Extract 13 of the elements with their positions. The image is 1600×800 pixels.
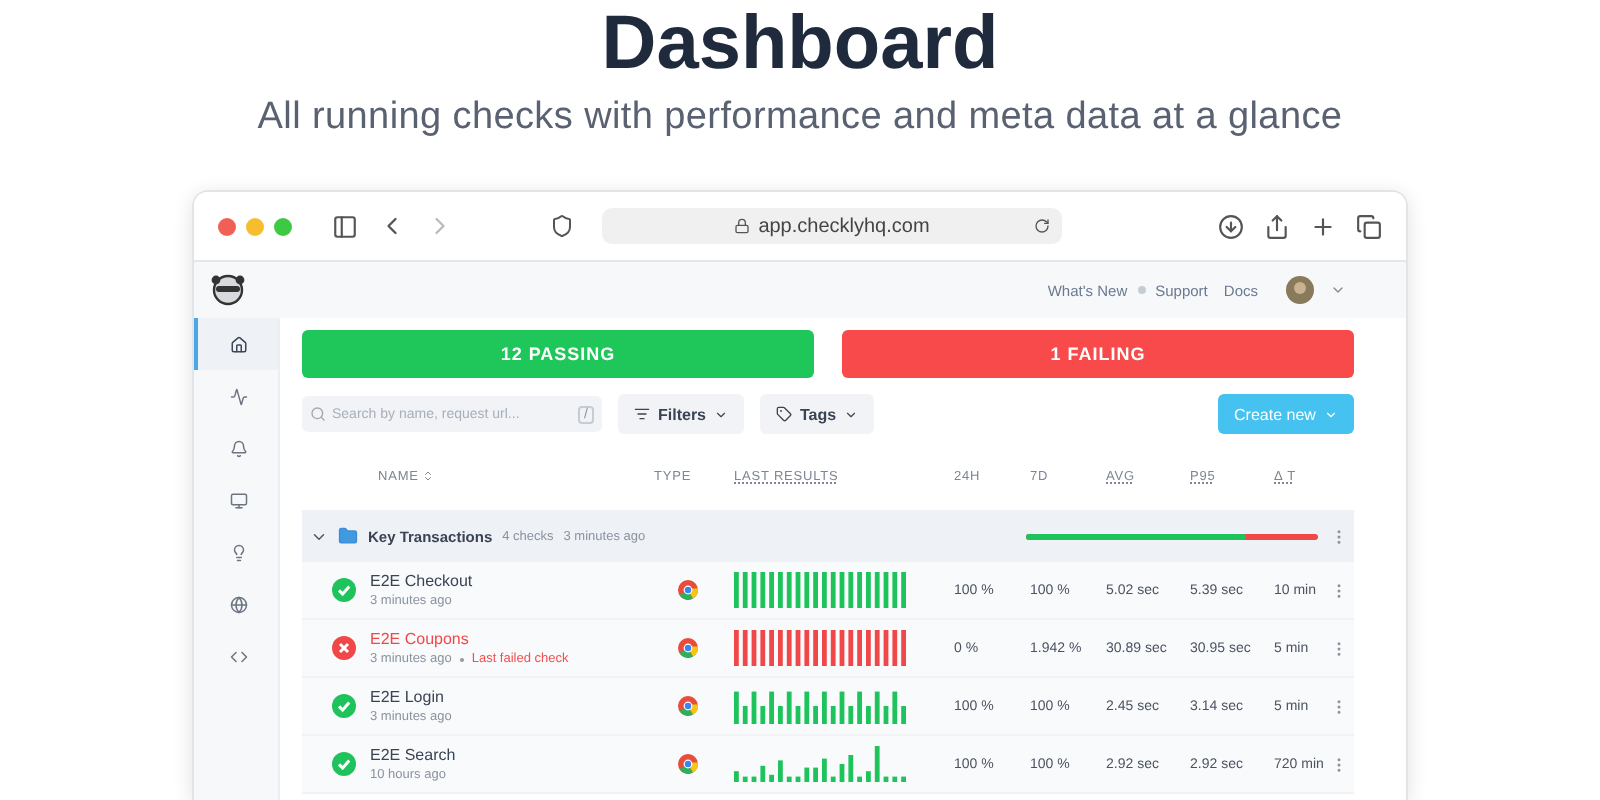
create-new-button[interactable]: Create new bbox=[1218, 394, 1354, 434]
check-name[interactable]: E2E Checkout bbox=[370, 572, 654, 590]
check-name[interactable]: E2E Coupons bbox=[370, 630, 654, 648]
address-bar[interactable]: app.checklyhq.com bbox=[602, 208, 1062, 244]
tags-button[interactable]: Tags bbox=[760, 394, 875, 434]
page-heading: Dashboard bbox=[601, 0, 999, 88]
status-summary-bar[interactable]: 1 FAILING bbox=[842, 330, 1354, 378]
check-name[interactable]: E2E Login bbox=[370, 688, 654, 706]
status-summary-bar[interactable]: 12 PASSING bbox=[302, 330, 814, 378]
check-name[interactable]: E2E Search bbox=[370, 746, 654, 764]
url-text: app.checklyhq.com bbox=[758, 215, 930, 237]
page-subtitle: All running checks with performance and meta data at a glance bbox=[257, 96, 1343, 140]
filters-button[interactable]: Filters bbox=[618, 394, 745, 434]
